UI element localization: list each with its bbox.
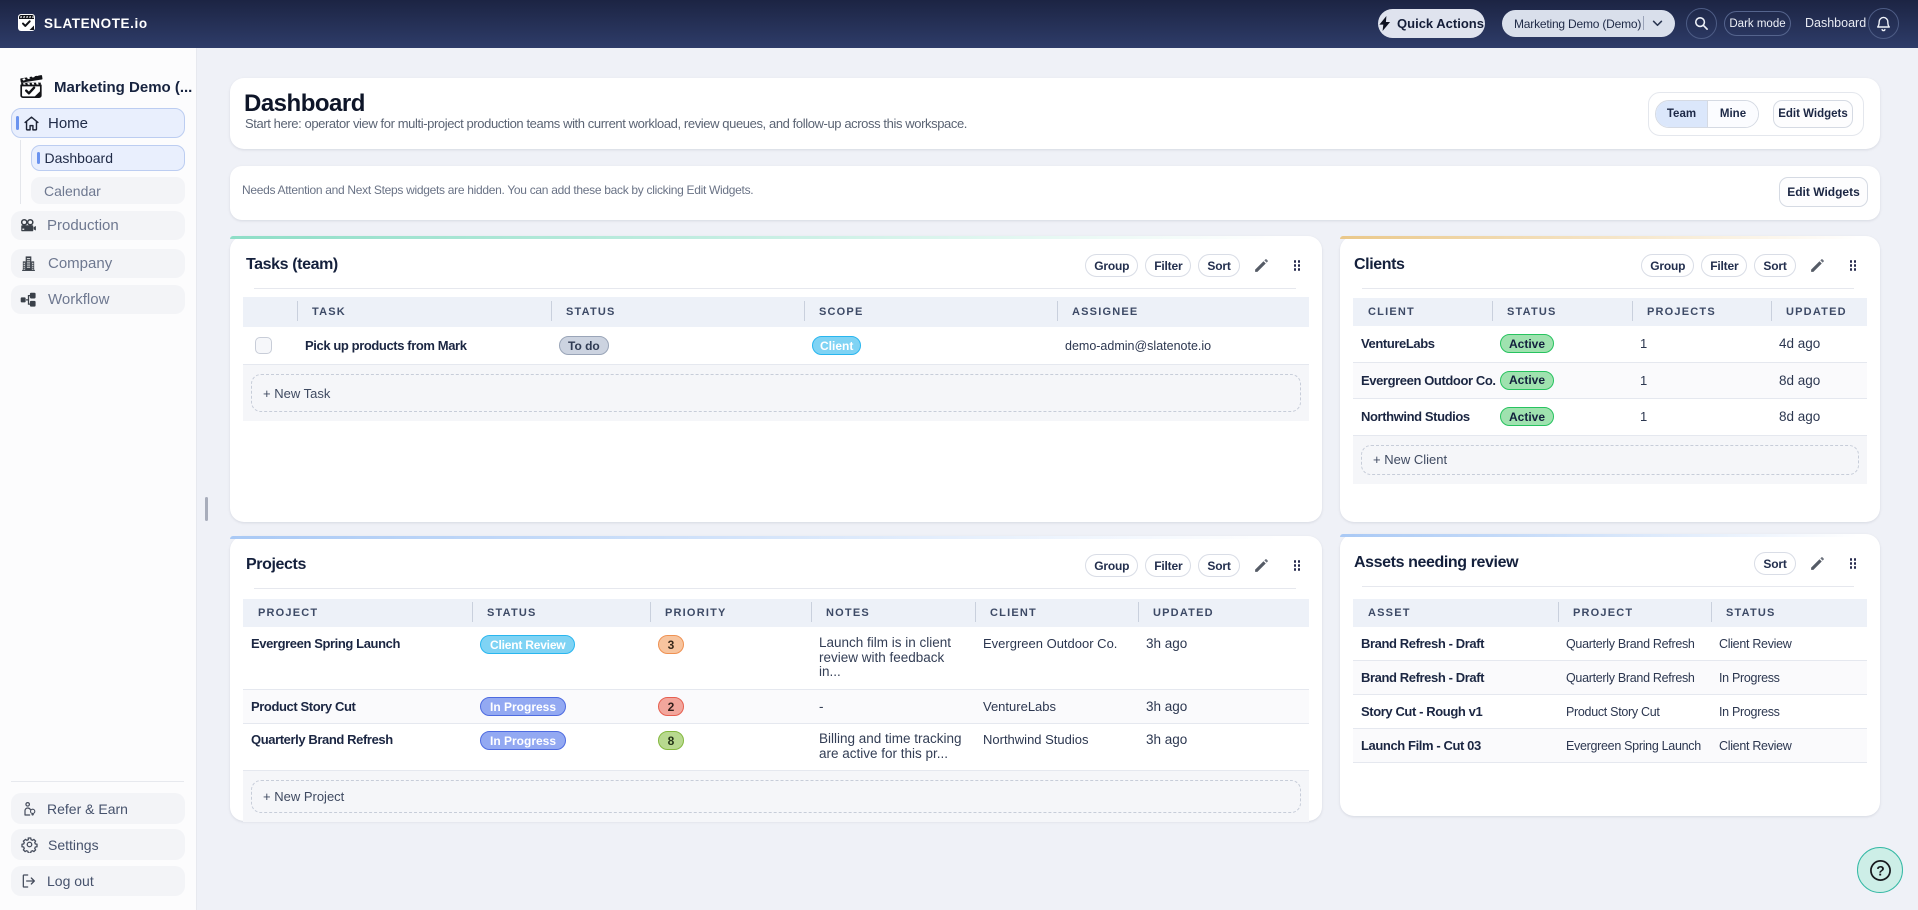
- svg-text:?: ?: [1876, 862, 1884, 878]
